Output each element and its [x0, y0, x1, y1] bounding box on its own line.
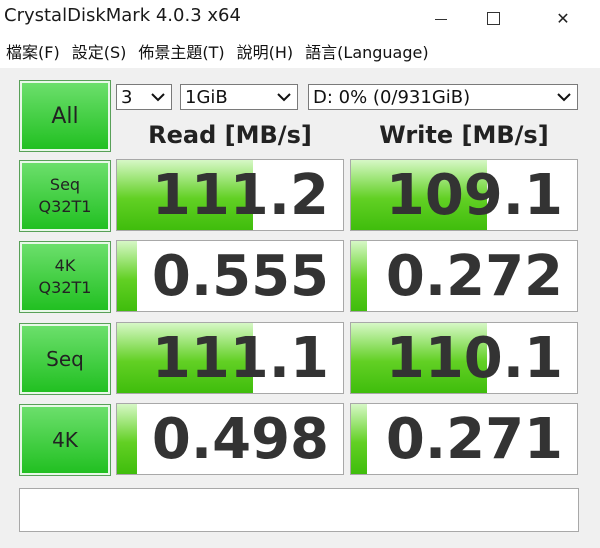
result-value: 109.1 — [385, 163, 563, 228]
result-value: 110.1 — [385, 326, 563, 391]
seq-q32t1-button[interactable]: Seq Q32T1 — [19, 160, 111, 232]
close-button[interactable]: ✕ — [540, 0, 586, 36]
title-bar: CrystalDiskMark 4.0.3 x64 ✕ — [0, 0, 600, 36]
4k-q32t1-button[interactable]: 4K Q32T1 — [19, 241, 111, 313]
result-value: 0.498 — [151, 407, 329, 472]
maximize-button[interactable] — [470, 0, 516, 36]
test-size-select[interactable]: 1GiB — [180, 84, 298, 110]
minimize-button[interactable] — [418, 0, 464, 36]
write-header: Write [MB/s] — [379, 121, 549, 149]
minimize-icon — [435, 18, 447, 20]
menu-bar: 檔案(F) 設定(S) 佈景主題(T) 說明(H) 語言(Language) — [0, 36, 600, 66]
seq-button[interactable]: Seq — [19, 323, 111, 395]
row-label-line2: Q32T1 — [38, 197, 92, 216]
row-label-line1: 4K — [54, 256, 76, 275]
drive-select[interactable]: D: 0% (0/931GiB) — [308, 84, 578, 110]
test-count-value: 3 — [121, 86, 133, 108]
result-value: 111.2 — [151, 163, 329, 228]
seq-q32t1-read-cell: 111.2 — [116, 159, 344, 231]
menu-help[interactable]: 說明(H) — [231, 39, 300, 63]
read-header: Read [MB/s] — [148, 121, 312, 149]
window-title: CrystalDiskMark 4.0.3 x64 — [4, 5, 241, 26]
result-value: 0.272 — [385, 244, 563, 309]
close-icon: ✕ — [556, 8, 570, 28]
4k-q32t1-read-cell: 0.555 — [116, 240, 344, 312]
row-label-line1: 4K — [52, 428, 78, 452]
test-count-select[interactable]: 3 — [116, 84, 172, 110]
drive-value: D: 0% (0/931GiB) — [313, 86, 471, 108]
chevron-down-icon — [149, 87, 167, 107]
4k-read-cell: 0.498 — [116, 403, 344, 475]
seq-q32t1-write-cell: 109.1 — [350, 159, 578, 231]
4k-q32t1-write-cell: 0.272 — [350, 240, 578, 312]
row-label-line1: Seq — [49, 175, 81, 194]
result-value: 0.271 — [385, 407, 563, 472]
menu-settings[interactable]: 設定(S) — [66, 39, 133, 63]
result-bar — [117, 241, 138, 311]
maximize-icon — [486, 11, 500, 25]
4k-button[interactable]: 4K — [19, 404, 111, 476]
menu-file[interactable]: 檔案(F) — [0, 39, 66, 63]
result-value: 0.555 — [151, 244, 329, 309]
result-bar — [351, 241, 367, 311]
chevron-down-icon — [555, 87, 573, 107]
chevron-down-icon — [275, 87, 293, 107]
seq-read-cell: 111.1 — [116, 322, 344, 394]
result-value: 111.1 — [151, 326, 329, 391]
4k-write-cell: 0.271 — [350, 403, 578, 475]
test-size-value: 1GiB — [185, 86, 228, 108]
row-label-line1: Seq — [46, 347, 84, 371]
menu-theme[interactable]: 佈景主題(T) — [132, 39, 230, 63]
all-button[interactable]: All — [19, 80, 111, 152]
menu-language[interactable]: 語言(Language) — [299, 39, 434, 63]
result-bar — [351, 404, 367, 474]
row-label-line2: Q32T1 — [38, 278, 92, 297]
all-button-label: All — [51, 103, 79, 129]
seq-write-cell: 110.1 — [350, 322, 578, 394]
result-bar — [117, 404, 138, 474]
comment-field[interactable] — [19, 488, 579, 532]
benchmark-panel: All 3 1GiB D: 0% (0/931GiB) Read [MB/s] … — [0, 68, 600, 548]
